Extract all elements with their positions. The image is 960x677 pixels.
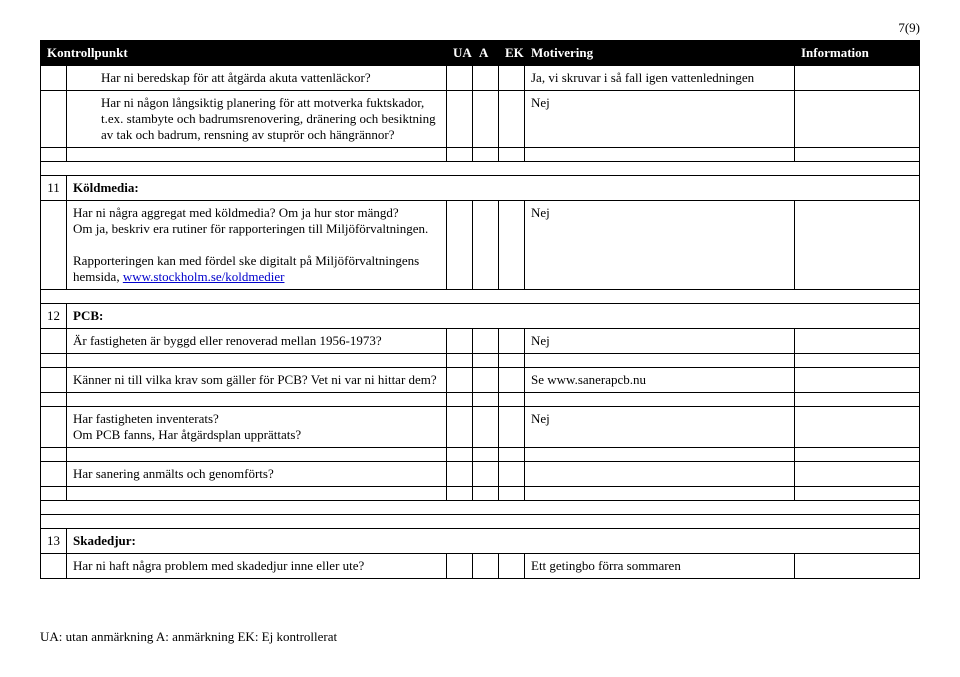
section-number: 11	[41, 176, 67, 201]
motivering-text: Nej	[525, 91, 795, 148]
table-row: Har ni haft några problem med skadedjur …	[41, 554, 920, 579]
section-title: PCB:	[67, 304, 920, 329]
th-kontrollpunkt: Kontrollpunkt	[41, 41, 447, 66]
section-row: 13 Skadedjur:	[41, 529, 920, 554]
question-text: Har ni någon långsiktig planering för at…	[73, 95, 440, 143]
th-a: A	[473, 41, 499, 66]
section-number: 12	[41, 304, 67, 329]
table-row: Har ni någon långsiktig planering för at…	[41, 91, 920, 148]
table-row	[41, 148, 920, 162]
th-ua: UA	[447, 41, 473, 66]
motivering-text: Nej	[525, 407, 795, 448]
section-row: 12 PCB:	[41, 304, 920, 329]
table-row: Har fastigheten inventerats? Om PCB fann…	[41, 407, 920, 448]
footer-legend: UA: utan anmärkning A: anmärkning EK: Ej…	[40, 629, 920, 645]
question-text: Har fastigheten inventerats?	[73, 411, 440, 427]
motivering-text: Nej	[525, 329, 795, 354]
table-row: Är fastigheten är byggd eller renoverad …	[41, 329, 920, 354]
th-motivering: Motivering	[525, 41, 795, 66]
th-information: Information	[795, 41, 920, 66]
page-number: 7(9)	[40, 20, 920, 36]
question-text: Är fastigheten är byggd eller renoverad …	[67, 329, 447, 354]
motivering-text: Ja, vi skruvar i så fall igen vattenledn…	[525, 66, 795, 91]
table-row: Har ni beredskap för att åtgärda akuta v…	[41, 66, 920, 91]
section-number: 13	[41, 529, 67, 554]
question-text: Om PCB fanns, Har åtgärdsplan upprättats…	[73, 427, 440, 443]
table-row: Har ni några aggregat med köldmedia? Om …	[41, 201, 920, 290]
table-row: Har sanering anmälts och genomförts?	[41, 462, 920, 487]
motivering-text: Nej	[525, 201, 795, 290]
motivering-text: Se www.sanerapcb.nu	[525, 368, 795, 393]
table-row	[41, 354, 920, 368]
question-text: Känner ni till vilka krav som gäller för…	[67, 368, 447, 393]
th-ek: EK	[499, 41, 525, 66]
table-row	[41, 393, 920, 407]
inspection-table: Kontrollpunkt UA A EK Motivering Informa…	[40, 40, 920, 579]
section-title: Skadedjur:	[67, 529, 920, 554]
section-row: 11 Köldmedia:	[41, 176, 920, 201]
table-row	[41, 487, 920, 501]
question-text: Om ja, beskriv era rutiner för rapporter…	[73, 221, 440, 237]
question-text: Har sanering anmälts och genomförts?	[67, 462, 447, 487]
question-text: Har ni haft några problem med skadedjur …	[67, 554, 447, 579]
question-text: Har ni beredskap för att åtgärda akuta v…	[73, 70, 440, 86]
question-text: Har ni några aggregat med köldmedia? Om …	[73, 205, 440, 221]
section-title: Köldmedia:	[67, 176, 920, 201]
motivering-text: Ett getingbo förra sommaren	[525, 554, 795, 579]
table-row	[41, 448, 920, 462]
link-koldmedier[interactable]: www.stockholm.se/koldmedier	[123, 269, 285, 284]
table-row: Känner ni till vilka krav som gäller för…	[41, 368, 920, 393]
